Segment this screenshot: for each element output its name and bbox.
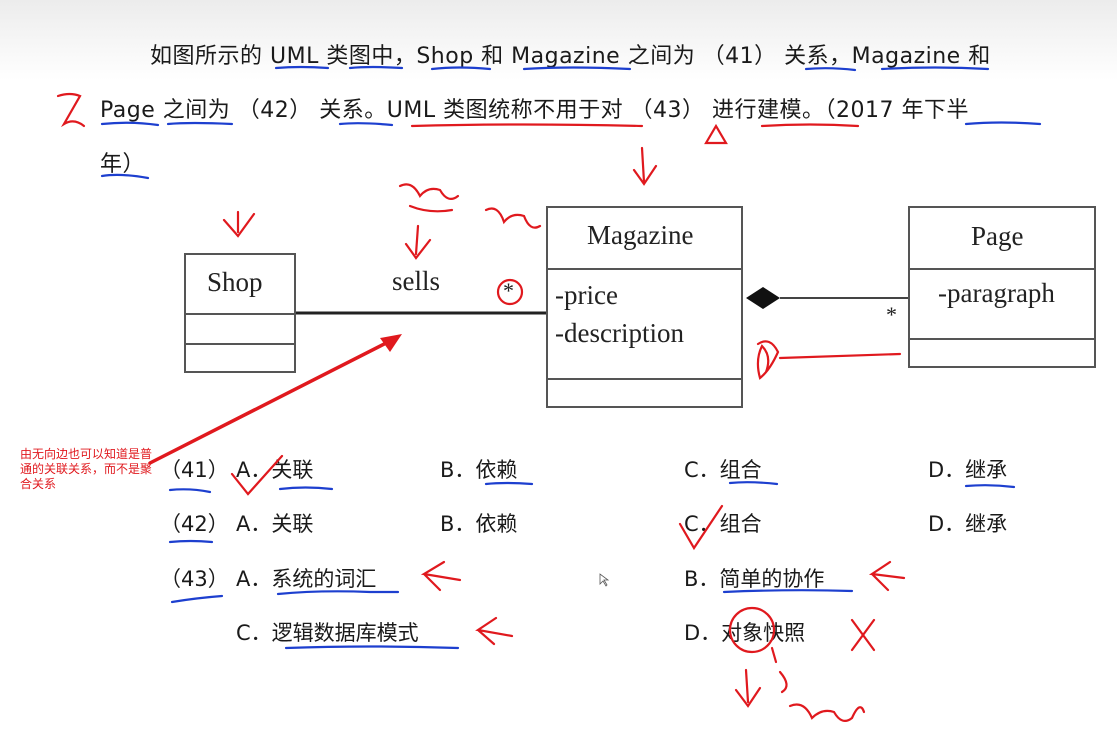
- diagram-overlay: [56, 65, 1042, 722]
- red-marks: [56, 92, 906, 722]
- cursor-icon: [599, 573, 610, 587]
- blue-underlines: [100, 65, 1042, 650]
- composition-diamond-icon: [746, 287, 780, 309]
